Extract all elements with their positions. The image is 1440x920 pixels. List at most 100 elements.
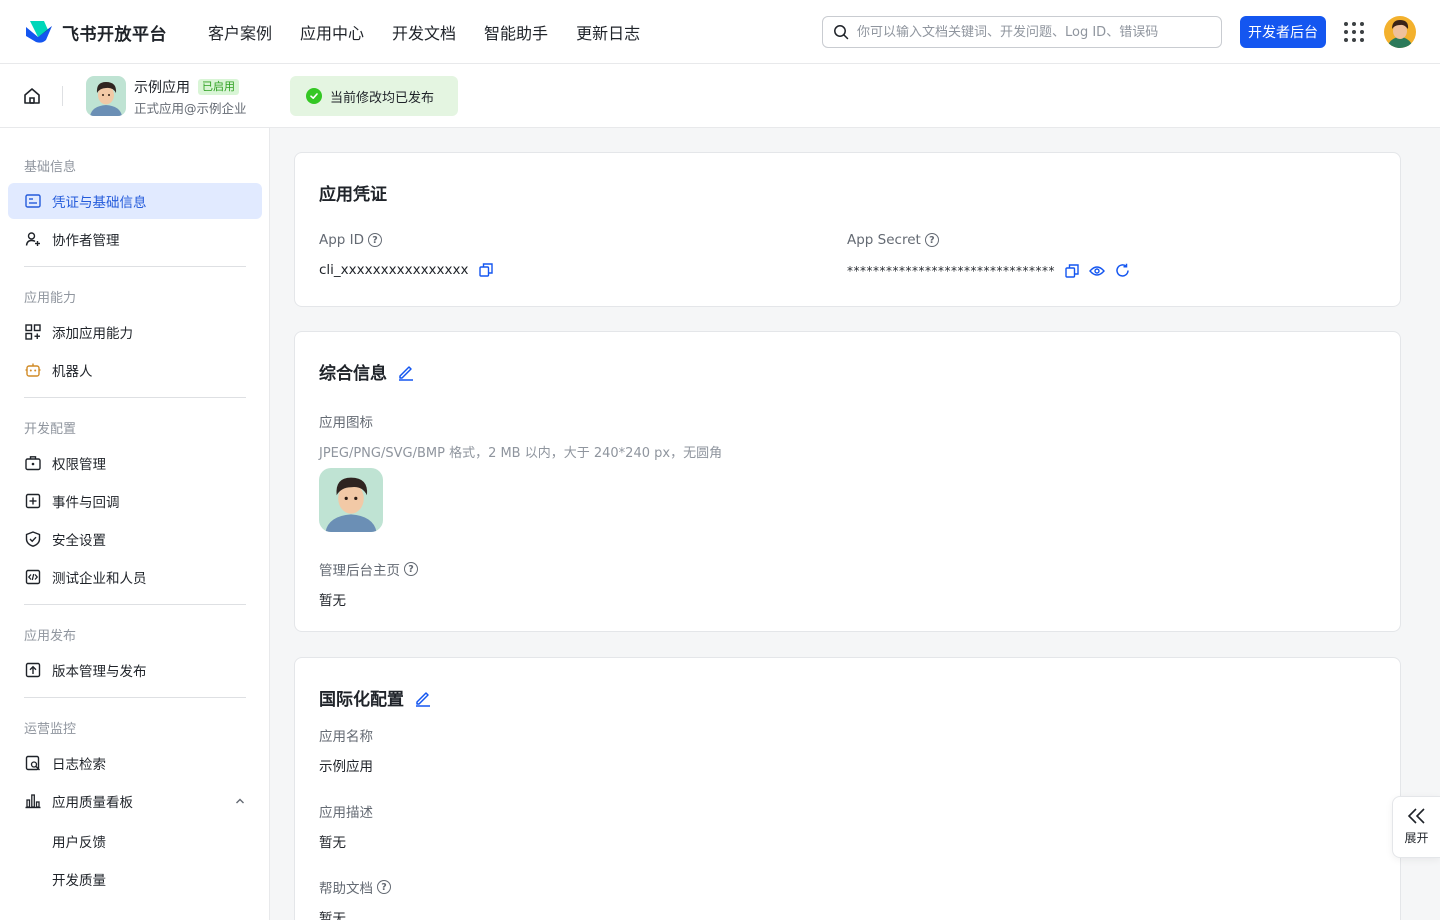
admin-home-label-text: 管理后台主页	[319, 563, 400, 579]
check-circle-icon	[306, 88, 322, 104]
app-id-label: App ID ?	[319, 232, 383, 248]
sidebar-item-label: 协作者管理	[52, 233, 120, 249]
app-header-bar	[0, 64, 1440, 128]
briefcase-lock-icon	[24, 454, 42, 472]
sidebar-group-dev-config: 开发配置	[24, 422, 77, 437]
app-avatar-icon	[86, 76, 126, 116]
sidebar-subitem-dev-quality[interactable]: 开发质量	[52, 869, 106, 889]
eye-icon[interactable]	[1089, 264, 1105, 278]
search-icon	[834, 25, 849, 40]
sidebar-item-label: 凭证与基础信息	[52, 195, 147, 211]
nav-link-cases[interactable]: 客户案例	[208, 20, 272, 44]
expand-panel-button[interactable]: 展开	[1392, 796, 1440, 858]
app-secret-label-text: App Secret	[847, 232, 921, 248]
sidebar-item-bot[interactable]: 机器人	[8, 352, 262, 388]
sidebar-item-permissions[interactable]: 权限管理	[8, 445, 262, 481]
i18n-title-text: 国际化配置	[319, 690, 404, 710]
sidebar-group-release: 应用发布	[24, 629, 77, 644]
edit-icon[interactable]	[414, 689, 432, 707]
refresh-icon[interactable]	[1115, 263, 1130, 278]
apps-add-icon	[24, 323, 42, 341]
brand-name: 飞书开放平台	[62, 24, 167, 45]
publish-status-text: 当前修改均已发布	[330, 90, 435, 106]
sidebar-item-log-search[interactable]: 日志检索	[8, 745, 262, 781]
code-box-icon	[24, 568, 42, 586]
help-icon[interactable]: ?	[924, 233, 939, 247]
app-id-value: cli_xxxxxxxxxxxxxxxx	[319, 262, 493, 278]
app-name-label: 应用名称	[319, 729, 373, 745]
sidebar-divider	[24, 397, 246, 398]
top-navbar: 飞书开放平台 客户案例 应用中心 开发文档 智能助手 更新日志 开发者后台	[0, 0, 1440, 64]
app-icon-preview[interactable]	[319, 468, 383, 532]
sidebar-item-quality-board[interactable]: 应用质量看板	[8, 783, 262, 819]
nav-link-assistant[interactable]: 智能助手	[484, 20, 548, 44]
user-avatar[interactable]	[1384, 16, 1416, 48]
app-secret-value: ********************************	[847, 263, 1130, 278]
chevron-up-icon[interactable]	[234, 795, 246, 807]
sidebar-group-basic: 基础信息	[24, 160, 77, 175]
header-divider	[62, 86, 63, 106]
general-info-title-text: 综合信息	[319, 364, 387, 384]
id-card-icon	[24, 192, 42, 210]
general-info-card: 综合信息 应用图标 JPEG/PNG/SVG/BMP 格式，2 MB 以内，大于…	[294, 331, 1401, 632]
sidebar-item-label: 事件与回调	[52, 495, 120, 511]
app-id-label-text: App ID	[319, 232, 365, 248]
help-icon[interactable]: ?	[368, 233, 383, 247]
app-desc-value: 暂无	[319, 835, 346, 851]
credentials-title-text: 应用凭证	[319, 185, 387, 205]
app-name: 示例应用	[134, 80, 190, 96]
sidebar-item-label: 安全设置	[52, 533, 106, 549]
admin-home-value: 暂无	[319, 593, 346, 609]
apps-grid-icon[interactable]	[1344, 22, 1364, 42]
help-icon[interactable]: ?	[404, 562, 418, 576]
search-input[interactable]	[857, 24, 1207, 40]
upload-box-icon	[24, 661, 42, 679]
sidebar-group-capabilities: 应用能力	[24, 291, 77, 306]
copy-icon[interactable]	[478, 263, 493, 277]
i18n-title: 国际化配置	[319, 685, 432, 710]
sidebar-item-events[interactable]: 事件与回调	[8, 483, 262, 519]
app-name-value: 示例应用	[319, 759, 373, 775]
sidebar-divider	[24, 697, 246, 698]
user-add-icon	[24, 230, 42, 248]
nav-link-app-center[interactable]: 应用中心	[300, 20, 364, 44]
app-id-text: cli_xxxxxxxxxxxxxxxx	[319, 262, 469, 278]
app-avatar	[86, 76, 126, 116]
brand-logo[interactable]: 飞书开放平台	[24, 18, 167, 46]
status-badge: 已启用	[198, 79, 239, 95]
log-search-icon	[24, 754, 42, 772]
home-icon[interactable]	[22, 86, 42, 106]
publish-status-banner: 当前修改均已发布	[290, 76, 458, 116]
sidebar-item-security[interactable]: 安全设置	[8, 521, 262, 557]
sidebar-item-credentials[interactable]: 凭证与基础信息	[8, 183, 262, 219]
admin-home-label: 管理后台主页 ?	[319, 559, 418, 579]
help-doc-label: 帮助文档 ?	[319, 877, 391, 897]
i18n-card: 国际化配置 应用名称 示例应用 应用描述 暂无 帮助文档 ? 暂无	[294, 657, 1401, 920]
app-icon-label: 应用图标	[319, 415, 373, 431]
general-info-title: 综合信息	[319, 359, 415, 384]
search-box[interactable]	[822, 16, 1222, 48]
sidebar-item-add-capability[interactable]: 添加应用能力	[8, 314, 262, 350]
nav-link-docs[interactable]: 开发文档	[392, 20, 456, 44]
nav-link-changelog[interactable]: 更新日志	[576, 20, 640, 44]
help-icon[interactable]: ?	[377, 880, 391, 894]
feishu-logo-icon	[26, 21, 52, 43]
sidebar-item-test-tenant[interactable]: 测试企业和人员	[8, 559, 262, 595]
sidebar-item-label: 权限管理	[52, 457, 106, 473]
developer-console-button[interactable]: 开发者后台	[1240, 16, 1326, 48]
sidebar-divider	[24, 604, 246, 605]
copy-icon[interactable]	[1065, 263, 1079, 278]
sidebar-item-label: 添加应用能力	[52, 326, 133, 342]
event-plus-icon	[24, 492, 42, 510]
sidebar-subitem-feedback[interactable]: 用户反馈	[52, 831, 106, 851]
sidebar-item-versions[interactable]: 版本管理与发布	[8, 652, 262, 688]
sidebar-item-label: 版本管理与发布	[52, 664, 147, 680]
robot-icon	[24, 361, 42, 379]
app-icon-hint: JPEG/PNG/SVG/BMP 格式，2 MB 以内，大于 240*240 p…	[319, 446, 723, 461]
shield-icon	[24, 530, 42, 548]
credentials-card: 应用凭证 App ID ? cli_xxxxxxxxxxxxxxxx App S…	[294, 152, 1401, 307]
sidebar-item-collaborators[interactable]: 协作者管理	[8, 221, 262, 257]
edit-icon[interactable]	[397, 363, 415, 381]
sidebar-item-label: 测试企业和人员	[52, 571, 147, 587]
sidebar-item-label: 日志检索	[52, 757, 106, 773]
